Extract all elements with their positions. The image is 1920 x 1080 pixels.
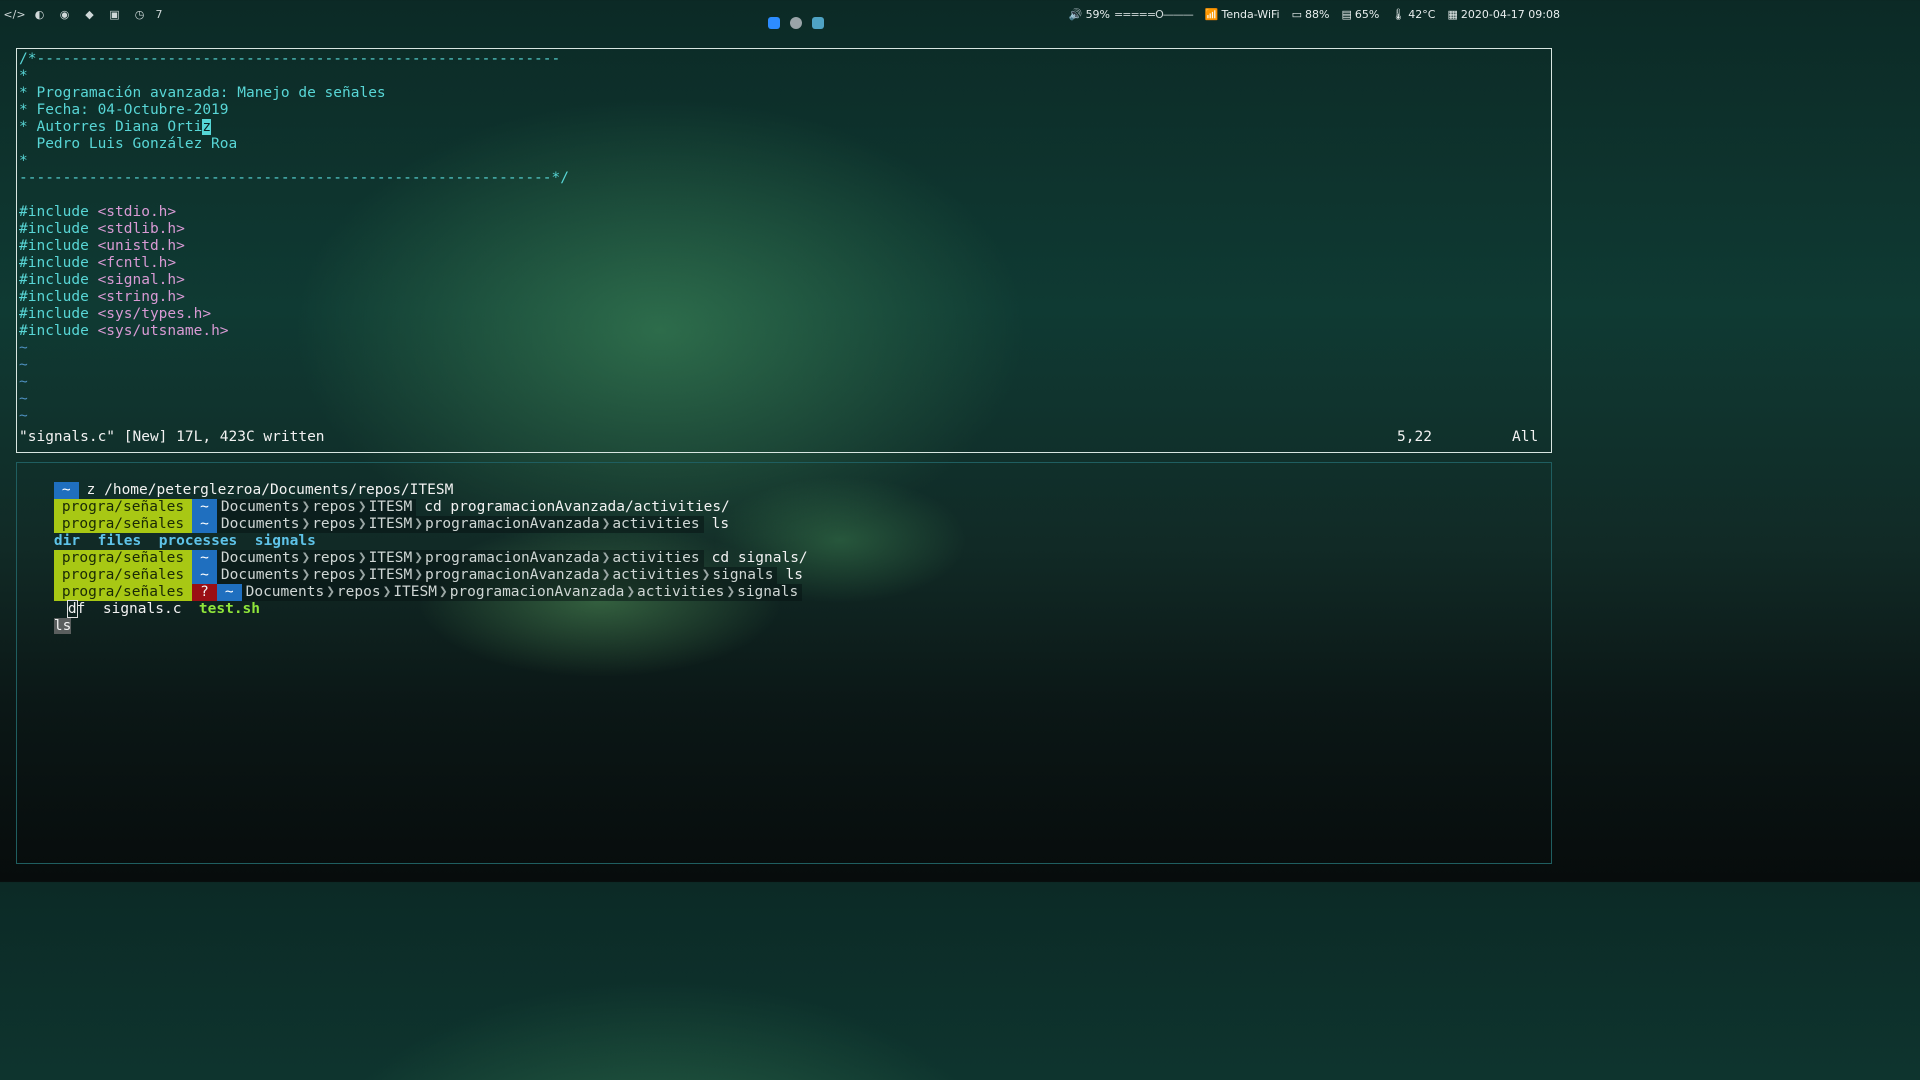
- clock-icon[interactable]: ◷: [127, 8, 152, 21]
- code-line: *: [19, 153, 28, 169]
- empty-line-marker: ~: [19, 408, 28, 424]
- code-icon[interactable]: </>: [2, 8, 27, 21]
- volume-bar: =====O———: [1114, 8, 1194, 21]
- status-area: 🔊 59% =====O——— 📶 Tenda-WiFi ▭ 88% ▤ 65% 🌡 42°…: [1069, 8, 1560, 21]
- empty-line-marker: ~: [19, 340, 28, 356]
- include-line: #include <unistd.h>: [19, 238, 185, 254]
- workspace-number[interactable]: 7: [152, 8, 166, 21]
- include-line: #include <string.h>: [19, 289, 185, 305]
- command-suggestion[interactable]: ls: [19, 601, 72, 634]
- calendar-icon: ▦: [1447, 8, 1458, 21]
- cursor-position: 5,22: [1397, 429, 1432, 445]
- thermometer-icon: 🌡: [1391, 8, 1406, 21]
- include-line: #include <sys/utsname.h>: [19, 323, 229, 339]
- book-icon[interactable]: ▣: [102, 8, 127, 21]
- prompt-line: progra/señales ~ Documents ❯ repos ❯ ITESM ❯ pro…: [19, 550, 803, 584]
- vim-status-message: "signals.c" [New] 17L, 423C written: [19, 429, 325, 445]
- code-line: ----------------------------------------…: [19, 170, 569, 186]
- ls-output: dir files processes signals: [19, 516, 316, 549]
- terminal-pane[interactable]: ~ z /home/peterglezroa/Documents/repos/IT…: [16, 462, 1552, 864]
- wifi-icon: 📶: [1204, 8, 1219, 21]
- code-line: Pedro Luis González Roa: [19, 136, 238, 152]
- system-tray: [768, 17, 824, 29]
- empty-line-marker: ~: [19, 391, 28, 407]
- wifi-widget[interactable]: 📶 Tenda-WiFi: [1205, 8, 1280, 21]
- empty-line-marker: ~: [19, 374, 28, 390]
- code-line: /*--------------------------------------…: [19, 51, 561, 67]
- path-segment: Documents ❯ repos ❯ ITESM ❯ programacionAvanza…: [241, 584, 803, 601]
- workspace-list: </> ◐ ◉ ◆ ▣ ◷ 7: [2, 8, 166, 21]
- include-line: #include <stdio.h>: [19, 204, 177, 220]
- prompt-line: ~ z /home/peterglezroa/Documents/repos/IT…: [19, 465, 453, 499]
- include-line: #include <sys/types.h>: [19, 306, 212, 322]
- globe-icon[interactable]: ◐: [27, 8, 52, 21]
- ls-output: df signals.c test.sh: [66, 600, 261, 618]
- empty-line-marker: ~: [19, 357, 28, 373]
- prompt-line: progra/señales ~ Documents ❯ repos ❯ ITESM ❯ pro…: [19, 499, 729, 533]
- text-cursor: z: [202, 119, 212, 135]
- git-icon[interactable]: ◆: [77, 8, 102, 21]
- prompt-line: progra/señales ~ Documents ❯ repos ❯ ITESM cd p…: [19, 482, 730, 516]
- battery-widget[interactable]: ▭ 88%: [1292, 8, 1330, 21]
- zoom-icon[interactable]: [768, 17, 780, 29]
- include-line: #include <fcntl.h>: [19, 255, 177, 271]
- prompt-line: progra/señales? ~ Documents ❯ repos ❯ ITESM ❯ pr…: [19, 567, 803, 618]
- top-bar: </> ◐ ◉ ◆ ▣ ◷ 7 🔊 59% =====O——— 📶 Tenda-WiF…: [0, 0, 1568, 30]
- temperature-widget[interactable]: 🌡 42°C: [1391, 8, 1435, 21]
- git-status-segment: ?: [192, 584, 217, 601]
- code-line: *: [19, 68, 28, 84]
- vim-pane[interactable]: /*--------------------------------------…: [16, 48, 1552, 453]
- git-branch-segment: progra/señales: [53, 584, 193, 601]
- scroll-indicator: All: [1512, 429, 1539, 445]
- include-line: #include <stdlib.h>: [19, 221, 185, 237]
- ram-widget[interactable]: ▤ 65%: [1341, 8, 1379, 21]
- image-icon[interactable]: [812, 17, 824, 29]
- settings-icon[interactable]: [790, 17, 802, 29]
- prompt-line: progra/señales ~ Documents ❯ repos ❯ ITESM ❯ pro…: [19, 533, 808, 567]
- battery-icon: ▭: [1291, 8, 1302, 21]
- command-text: ls: [711, 516, 730, 532]
- file-entry: signals.c: [102, 601, 182, 617]
- volume-widget[interactable]: 🔊 59% =====O———: [1068, 8, 1194, 21]
- code-line: * Fecha: 04-Octubre-2019: [19, 102, 229, 118]
- memory-icon: ▤: [1341, 8, 1352, 21]
- spotify-icon[interactable]: ◉: [52, 8, 77, 21]
- clock-widget[interactable]: ▦ 2020-04-17 09:08: [1447, 8, 1560, 21]
- code-line: * Autorres Diana Ortiz: [19, 119, 212, 135]
- code-line: * Programación avanzada: Manejo de señal…: [19, 85, 386, 101]
- executable-entry: test.sh: [198, 601, 261, 617]
- volume-icon: 🔊: [1068, 8, 1083, 21]
- home-segment: ~: [216, 584, 242, 601]
- include-line: #include <signal.h>: [19, 272, 185, 288]
